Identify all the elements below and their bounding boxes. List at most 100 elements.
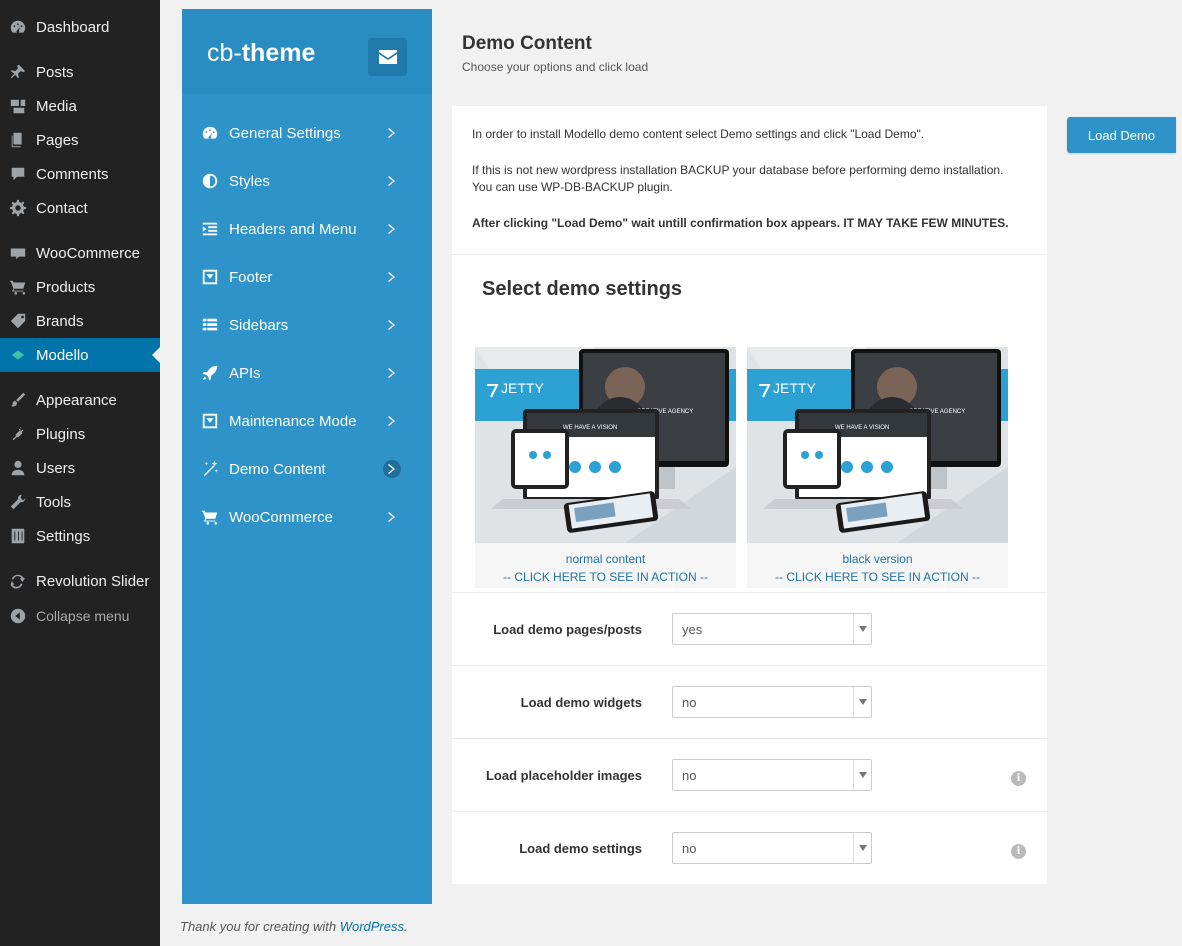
menu-label: Settings: [36, 527, 91, 545]
menu-item-contact[interactable]: Contact: [0, 191, 160, 225]
load-demo-button[interactable]: Load Demo: [1067, 117, 1176, 153]
indent-icon: [201, 220, 219, 238]
theme-nav-label: Headers and Menu: [229, 220, 357, 238]
widgets-select[interactable]: no: [672, 686, 872, 718]
footer-box-icon: [201, 412, 219, 430]
menu-item-tools[interactable]: Tools: [0, 485, 160, 519]
intro-line: You can use WP-DB-BACKUP plugin.: [472, 180, 673, 194]
admin-sidebar: Dashboard Posts Media Pages Comments Con…: [0, 0, 160, 946]
chevron-right-icon: [383, 316, 401, 334]
theme-nav-sidebars[interactable]: Sidebars: [182, 301, 432, 349]
menu-label: Collapse menu: [36, 608, 130, 624]
footer-note: Thank you for creating with WordPress.: [180, 919, 408, 934]
intro-text: In order to install Modello demo content…: [472, 126, 1032, 251]
demo-headline: WE HAVE A VISION: [563, 425, 617, 431]
demo-name: black version: [842, 552, 913, 566]
chevron-right-icon: [383, 364, 401, 382]
menu-item-appearance[interactable]: Appearance: [0, 383, 160, 417]
demo-link[interactable]: -- CLICK HERE TO SEE IN ACTION --: [747, 568, 1008, 586]
menu-item-modello[interactable]: Modello: [0, 338, 160, 372]
list-icon: [201, 316, 219, 334]
info-icon[interactable]: i: [1011, 844, 1026, 859]
theme-nav-apis[interactable]: APIs: [182, 349, 432, 397]
theme-nav-label: WooCommerce: [229, 508, 333, 526]
demo-link[interactable]: -- CLICK HERE TO SEE IN ACTION --: [475, 568, 736, 586]
theme-nav-styles[interactable]: Styles: [182, 157, 432, 205]
menu-item-plugins[interactable]: Plugins: [0, 417, 160, 451]
menu-item-revolution-slider[interactable]: Revolution Slider: [0, 564, 160, 598]
menu-item-brands[interactable]: Brands: [0, 304, 160, 338]
logo-light: cb-: [207, 39, 242, 67]
menu-label: Comments: [36, 165, 109, 183]
diamond-icon: [8, 345, 28, 365]
theme-nav-label: Maintenance Mode: [229, 412, 357, 430]
theme-nav-demo-content[interactable]: Demo Content: [182, 445, 432, 493]
logo-bold: theme: [241, 39, 316, 67]
demo-settings-select[interactable]: no: [672, 832, 872, 864]
demo-caption: black version -- CLICK HERE TO SEE IN AC…: [747, 550, 1008, 586]
menu-label: Pages: [36, 131, 79, 149]
menu-item-posts[interactable]: Posts: [0, 55, 160, 89]
intro-line: If this is not new wordpress installatio…: [472, 163, 1004, 177]
select-settings-title: Select demo settings: [482, 278, 683, 300]
collapse-menu-button[interactable]: Collapse menu: [0, 599, 160, 633]
theme-nav-headers-and-menu[interactable]: Headers and Menu: [182, 205, 432, 253]
theme-nav-woocommerce[interactable]: WooCommerce: [182, 493, 432, 541]
dropdown-arrow-icon: [853, 687, 871, 717]
placeholder-images-select[interactable]: no: [672, 759, 872, 791]
demo-headline: WE HAVE A VISION: [835, 425, 889, 431]
pages-posts-select[interactable]: yes: [672, 613, 872, 645]
menu-item-products[interactable]: Products: [0, 270, 160, 304]
demo-brand: JETTY: [501, 380, 544, 396]
cart-icon: [8, 277, 28, 297]
envelope-icon[interactable]: [368, 38, 407, 76]
menu-item-dashboard[interactable]: Dashboard: [0, 10, 160, 44]
rocket-icon: [201, 364, 219, 382]
theme-nav: cb-theme General Settings Styles Headers…: [182, 9, 432, 904]
page-title: Demo Content: [462, 33, 592, 54]
menu-item-media[interactable]: Media: [0, 89, 160, 123]
theme-nav-maintenance-mode[interactable]: Maintenance Mode: [182, 397, 432, 445]
info-icon[interactable]: i: [1011, 771, 1026, 786]
footer-end: .: [404, 919, 408, 934]
menu-item-woocommerce[interactable]: WooCommerce: [0, 236, 160, 270]
menu-item-comments[interactable]: Comments: [0, 157, 160, 191]
option-label: Load demo pages/posts: [493, 622, 642, 637]
theme-nav-label: Demo Content: [229, 460, 326, 478]
refresh-icon: [8, 571, 28, 591]
menu-label: Dashboard: [36, 18, 110, 36]
demo-name: normal content: [565, 552, 646, 566]
menu-label: Revolution Slider: [36, 572, 150, 590]
chevron-right-icon: [383, 508, 401, 526]
menu-label: Media: [36, 97, 77, 115]
option-row-placeholder-images: Load placeholder images no i: [452, 739, 1047, 812]
chevron-right-icon: [383, 412, 401, 430]
theme-nav-general-settings[interactable]: General Settings: [182, 109, 432, 157]
wordpress-link[interactable]: WordPress: [340, 919, 404, 934]
media-icon: [8, 96, 28, 116]
cart-icon: [201, 508, 219, 526]
gear-icon: [8, 198, 28, 218]
footer-box-icon: [201, 268, 219, 286]
chevron-right-icon: [383, 220, 401, 238]
demo-content-area: Demo Content Choose your options and cli…: [432, 9, 1067, 904]
tag-icon: [8, 311, 28, 331]
divider: [452, 254, 1047, 255]
demo-screenshot[interactable]: JETTY CREATIVE AGENCY WE HAVE A VISION: [475, 347, 736, 543]
chevron-right-icon: [383, 124, 401, 142]
demo-option-normal[interactable]: JETTY CREATIVE AGENCY WE HAVE A VISION n…: [475, 347, 736, 588]
demo-option-black[interactable]: JETTY CREATIVE AGENCY WE HAVE A VISION b…: [747, 347, 1008, 588]
option-row-demo-settings: Load demo settings no i: [452, 812, 1047, 885]
theme-nav-label: APIs: [229, 364, 261, 382]
theme-logo: cb-theme: [207, 39, 315, 68]
pages-icon: [8, 130, 28, 150]
select-value: no: [682, 841, 697, 856]
menu-item-users[interactable]: Users: [0, 451, 160, 485]
menu-item-settings[interactable]: Settings: [0, 519, 160, 553]
menu-label: Appearance: [36, 391, 117, 409]
theme-nav-footer[interactable]: Footer: [182, 253, 432, 301]
dropdown-arrow-icon: [853, 833, 871, 863]
menu-item-pages[interactable]: Pages: [0, 123, 160, 157]
demo-screenshot[interactable]: JETTY CREATIVE AGENCY WE HAVE A VISION: [747, 347, 1008, 543]
chevron-right-icon: [383, 460, 401, 478]
